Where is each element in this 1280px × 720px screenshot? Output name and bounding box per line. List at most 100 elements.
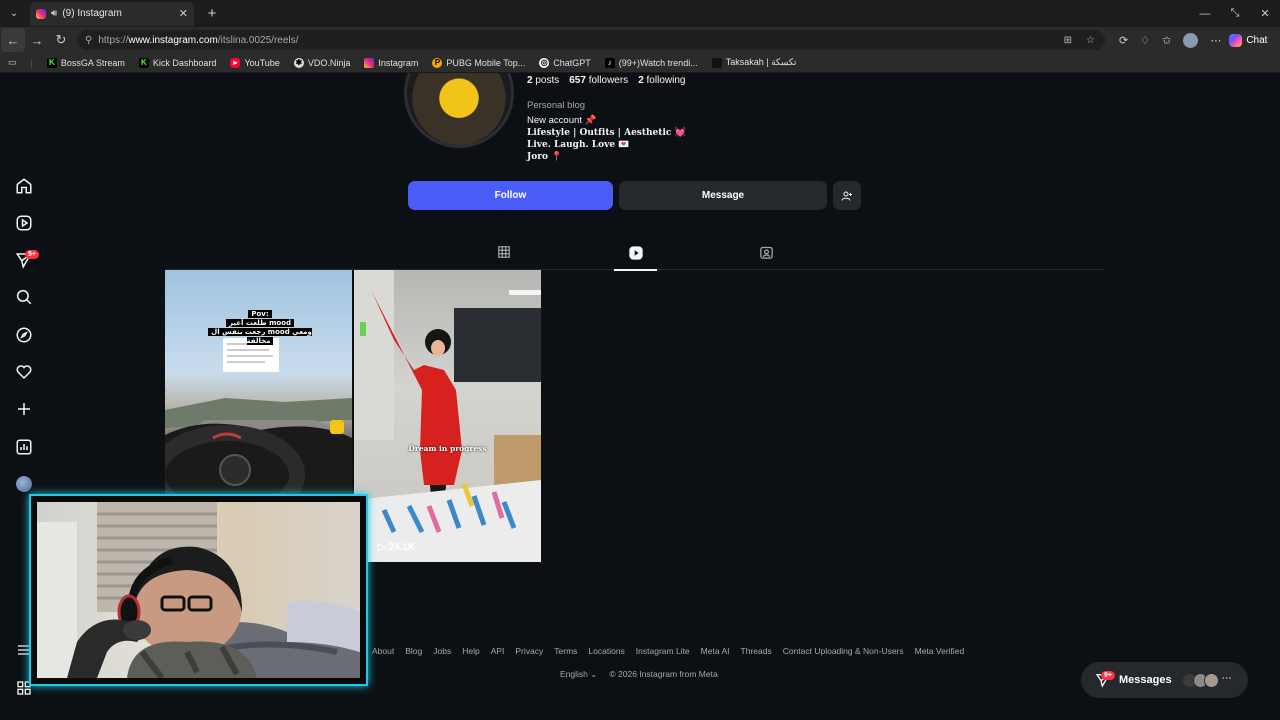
footer-link[interactable]: API (491, 646, 505, 656)
extensions-icon[interactable]: ⟳ (1119, 34, 1128, 47)
footer-links: About Blog Jobs Help API Privacy Terms L… (372, 646, 964, 656)
dashboard-icon[interactable] (14, 437, 34, 457)
bio-line: New account 📌 (527, 115, 597, 126)
instagram-favicon-icon (36, 8, 46, 19)
address-bar-row: ← → ↻ ⚲ https://www.instagram.com/itslin… (0, 27, 1280, 53)
profile-bio: Personal blog New account 📌 𝐋𝐢𝐟𝐞𝐬𝐭𝐲𝐥𝐞 | … (527, 100, 686, 163)
copilot-icon (1229, 33, 1243, 47)
home-icon[interactable] (14, 176, 34, 196)
close-window-icon[interactable]: ✕ (1250, 0, 1280, 27)
favorite-star-icon[interactable]: ☆ (1086, 35, 1095, 46)
minimize-icon[interactable]: — (1190, 0, 1220, 27)
speaker-icon[interactable]: 🔊︎ (51, 8, 57, 19)
footer-link[interactable]: Terms (554, 646, 577, 656)
url-scheme: https:// (98, 34, 129, 46)
tab-reels[interactable] (614, 245, 657, 271)
favorites-icon[interactable]: ✩ (1162, 34, 1171, 47)
followers-stat[interactable]: 657 followers (569, 75, 628, 86)
tagged-icon (760, 246, 773, 259)
bookmark-pubg-mobile[interactable]: P PUBG Mobile Top... (432, 57, 525, 68)
back-icon[interactable]: ← (1, 28, 25, 52)
webcam-feed (37, 502, 360, 678)
profile-picture[interactable] (404, 73, 514, 148)
reading-list-icon[interactable]: ▭ (8, 57, 17, 68)
instagram-icon (364, 57, 375, 68)
bio-line: 𝐋𝐢𝐯𝐞. 𝐋𝐚𝐮𝐠𝐡. 𝐋𝐨𝐯𝐞 💌 (527, 140, 630, 150)
reels-icon[interactable] (14, 213, 34, 233)
forward-icon[interactable]: → (25, 28, 49, 52)
footer-link[interactable]: About (372, 646, 394, 656)
follow-button[interactable]: Follow (408, 181, 613, 210)
explore-compass-icon[interactable] (14, 325, 34, 345)
footer-link[interactable]: Contact Uploading & Non-Users (783, 646, 904, 656)
bookmark-bossga-stream[interactable]: K BossGA Stream (46, 57, 125, 68)
play-count-icon: ▷ (378, 542, 389, 553)
copilot-chat-button[interactable]: Chat (1229, 33, 1268, 47)
footer-link[interactable]: Locations (588, 646, 624, 656)
footer-link[interactable]: Meta AI (701, 646, 730, 656)
message-button[interactable]: Message (619, 181, 827, 210)
similar-accounts-button[interactable] (833, 181, 861, 210)
profile-avatar-icon[interactable] (1183, 32, 1199, 48)
reload-icon[interactable]: ↻ (49, 28, 73, 52)
copilot-label: Chat (1246, 34, 1268, 46)
messages-button[interactable]: Messages ⋯ (1081, 662, 1248, 698)
profile-category: Personal blog (527, 100, 586, 111)
site-info-icon[interactable]: ⚲ (85, 35, 92, 46)
footer-link[interactable]: Jobs (433, 646, 451, 656)
bookmark-tiktok[interactable]: ♪ (99+)Watch trendi... (604, 57, 698, 68)
browser-essentials-icon[interactable]: ♢ (1140, 34, 1150, 47)
bookmark-taksakah[interactable]: Taksakah | تكسكة (711, 57, 796, 68)
window-controls: — ⤡ ✕ (1190, 0, 1280, 27)
bookmarks-bar: ▭ | K BossGA Stream K Kick Dashboard ▸ YouT… (0, 53, 1280, 73)
reel-overlay-line: رجعت بنفس ال mood ومعي مخالفة (208, 328, 312, 345)
tab-posts[interactable] (482, 245, 525, 270)
bookmark-instagram[interactable]: Instagram (364, 57, 418, 68)
bookmark-kick-dashboard[interactable]: K Kick Dashboard (138, 57, 216, 68)
tab-actions-menu-icon[interactable]: ⌄ (2, 4, 26, 24)
profile-tabs (165, 240, 1105, 271)
add-person-icon (841, 191, 852, 201)
profile-avatar[interactable] (14, 474, 34, 494)
reel-thumbnail[interactable]: Dream in progress (354, 270, 541, 562)
language-select[interactable]: English ⌄ (560, 669, 597, 680)
more-menu-icon[interactable]: ⋯ (1210, 34, 1221, 47)
search-icon[interactable] (14, 287, 34, 307)
browser-toolbar: ⟳ ♢ ✩ ⋯ (1119, 32, 1221, 48)
bookmark-vdo-ninja[interactable]: ✱ VDO.Ninja (293, 57, 350, 68)
notifications-badge: 9+ (25, 250, 39, 259)
tiktok-icon: ♪ (604, 57, 615, 68)
footer-link[interactable]: Meta Verified (915, 646, 965, 656)
footer-link[interactable]: Instagram Lite (636, 646, 690, 656)
bookmark-chatgpt[interactable]: ◎ ChatGPT (539, 57, 591, 68)
reel-overlay-title: Pov: (248, 310, 272, 318)
app-available-icon[interactable]: ⊞ (1064, 35, 1072, 46)
grid-icon (497, 246, 510, 258)
restore-icon[interactable]: ⤡ (1220, 0, 1250, 27)
messages-badge: 9+ (1101, 671, 1115, 680)
tab-tagged[interactable] (745, 245, 788, 270)
url-host: www.instagram.com (128, 34, 218, 46)
bookmark-youtube[interactable]: ▸ YouTube (230, 57, 280, 68)
create-plus-icon[interactable] (14, 399, 34, 419)
footer-link[interactable]: Help (462, 646, 479, 656)
youtube-icon: ▸ (230, 57, 241, 68)
footer-link[interactable]: Privacy (515, 646, 543, 656)
reels-tab-icon (628, 246, 643, 260)
browser-tab-bar: ⌄ 🔊︎ (9) Instagram ✕ + — ⤡ ✕ (0, 0, 1280, 27)
footer-link[interactable]: Threads (741, 646, 772, 656)
heart-notifications-icon[interactable] (14, 362, 34, 382)
kick-icon: K (138, 57, 149, 68)
footer-link[interactable]: Blog (405, 646, 422, 656)
browser-tab[interactable]: 🔊︎ (9) Instagram ✕ (30, 1, 194, 26)
avatar (16, 476, 32, 492)
message-avatars: ⋯ (1181, 672, 1232, 688)
more-avatars-icon: ⋯ (1221, 672, 1232, 684)
new-tab-button[interactable]: + (200, 5, 224, 22)
bio-line: 𝐉𝐨𝐫𝐨 📍 (527, 152, 563, 162)
posts-stat[interactable]: 2 posts (527, 75, 559, 86)
webcam-overlay (29, 494, 368, 686)
close-tab-icon[interactable]: ✕ (179, 7, 188, 20)
url-field[interactable]: ⚲ https://www.instagram.com/itslina.0025… (77, 30, 1105, 50)
following-stat[interactable]: 2 following (638, 75, 685, 86)
